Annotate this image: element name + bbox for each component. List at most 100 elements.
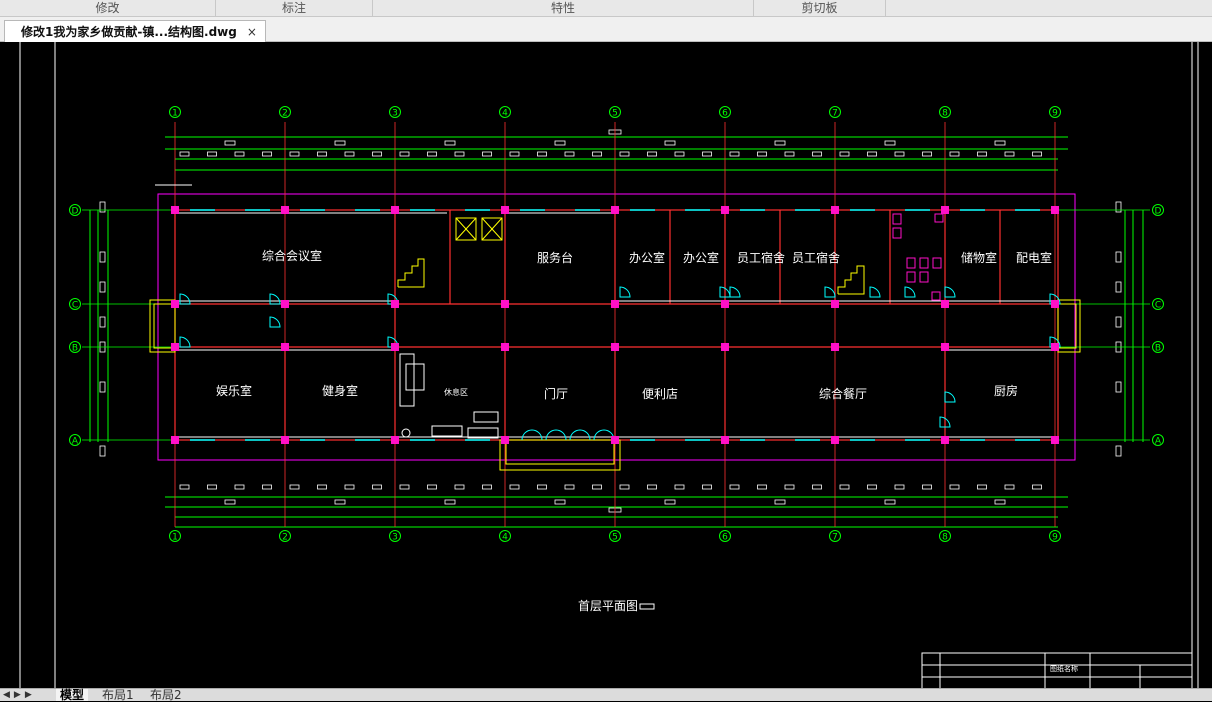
axis-bubble-bottom-6: 6 <box>719 530 731 543</box>
dim-text-top <box>729 151 740 157</box>
dim-text-span-bottom <box>224 499 236 505</box>
dim-text-span-top <box>664 140 676 146</box>
dim-text-span-bottom <box>444 499 456 505</box>
dim-text-bottom <box>949 484 960 490</box>
column <box>611 436 619 444</box>
ribbon-group-modify[interactable]: 修改 <box>0 0 216 16</box>
document-tab-title: 修改1我为家乡做贡献-镇...结构图.dwg <box>21 25 237 39</box>
dim-text-side <box>99 381 106 393</box>
sheet-border <box>19 42 1199 688</box>
entrance-door <box>545 429 567 441</box>
axis-bubble-top-5: 5 <box>609 106 621 119</box>
dim-text-side <box>99 251 106 263</box>
door-swing <box>269 293 281 305</box>
column <box>501 343 509 351</box>
document-tab-bar: 修改1我为家乡做贡献-镇...结构图.dwg × <box>0 17 1212 42</box>
dim-text-side <box>99 201 106 213</box>
dim-text-span-top <box>554 140 566 146</box>
dim-text-bottom <box>1004 484 1015 490</box>
ribbon-group-clipboard[interactable]: 剪切板 <box>754 0 886 16</box>
dim-text-span-bottom <box>334 499 346 505</box>
ribbon-group-annotation[interactable]: 标注 <box>216 0 373 16</box>
column <box>391 206 399 214</box>
axis-bubble-top-9: 9 <box>1049 106 1061 119</box>
dim-text-top <box>372 151 382 157</box>
prev-layout-icon[interactable]: ▶ <box>14 689 21 701</box>
document-tab[interactable]: 修改1我为家乡做贡献-镇...结构图.dwg × <box>4 20 266 42</box>
svg-text:2: 2 <box>282 533 288 543</box>
column <box>391 436 399 444</box>
dim-text-span-bottom <box>774 499 786 505</box>
tab-model[interactable]: 模型 <box>56 689 89 701</box>
layout-nav-arrows[interactable]: ◀ ▶ ▶ <box>3 689 32 701</box>
dim-text-side <box>1115 281 1122 293</box>
dim-text-span-bottom <box>994 499 1006 505</box>
dim-text-side <box>1115 201 1122 213</box>
partitions <box>178 212 1055 438</box>
dim-text-bottom <box>922 484 932 490</box>
axis-bubble-bottom-3: 3 <box>389 530 401 543</box>
column <box>501 436 509 444</box>
svg-text:6: 6 <box>722 533 728 543</box>
door-swing <box>869 286 881 298</box>
building-outline <box>157 193 1076 461</box>
column <box>941 300 949 308</box>
column <box>941 206 949 214</box>
column <box>1051 206 1059 214</box>
restroom-fixtures <box>892 213 944 301</box>
dim-text-bottom <box>867 484 877 490</box>
column <box>721 343 729 351</box>
floor-plan-drawing[interactable]: 图纸名称 112233445566778899D DC CB BA A 综合会议… <box>0 42 1212 688</box>
axis-bubble-bottom-7: 7 <box>829 530 841 543</box>
room-staff1-label: 员工宿舍 <box>737 250 785 265</box>
room-kitchen-label: 厨房 <box>994 383 1018 398</box>
dim-text-bottom <box>207 484 217 490</box>
dim-text-top <box>867 151 877 157</box>
svg-text:7: 7 <box>832 533 838 543</box>
axis-bubble-left-D: D <box>69 204 81 217</box>
column <box>391 300 399 308</box>
dim-text-side <box>99 445 106 457</box>
dim-text-bottom <box>647 484 657 490</box>
ribbon-group-properties[interactable]: 特性 <box>373 0 754 16</box>
door-swing <box>619 286 631 298</box>
column <box>501 206 509 214</box>
dim-text-bottom <box>509 484 520 490</box>
dim-text-bottom <box>839 484 850 490</box>
plan-title: 首层平面图 <box>578 599 638 613</box>
column <box>171 206 179 214</box>
svg-text:C: C <box>72 301 78 311</box>
dim-text-top <box>289 151 300 157</box>
dim-text-side <box>1115 381 1122 393</box>
svg-text:4: 4 <box>502 109 508 119</box>
column <box>721 206 729 214</box>
axis-bubble-left-B: B <box>69 341 81 354</box>
door-swing <box>179 336 191 348</box>
drawing-canvas[interactable]: 图纸名称 1 1 2 2 3 3 4 4 5 5 6 6 7 7 8 8 9 9… <box>0 42 1212 688</box>
first-layout-icon[interactable]: ◀ <box>3 689 10 701</box>
dim-text-top <box>207 151 217 157</box>
dim-text-span-top <box>444 140 456 146</box>
dim-text-span-top <box>334 140 346 146</box>
dim-text-bottom <box>454 484 465 490</box>
tab-layout1[interactable]: 布局1 <box>98 689 138 701</box>
axis-bubble-right-D: D <box>1152 204 1164 217</box>
close-icon[interactable]: × <box>247 25 257 39</box>
axis-bubble-right-B: B <box>1152 341 1164 354</box>
room-storage-label: 储物室 <box>961 250 997 265</box>
dim-text-top <box>537 151 547 157</box>
axis-bubbles: 1 1 2 2 3 3 4 4 5 5 6 6 7 7 8 8 9 9 D D C C B B A A <box>69 106 1164 543</box>
svg-text:C: C <box>1155 301 1161 311</box>
svg-text:A: A <box>1155 437 1162 447</box>
dim-text-bottom <box>427 484 437 490</box>
column <box>171 343 179 351</box>
dim-text-side <box>1115 251 1122 263</box>
dim-text-top <box>454 151 465 157</box>
tab-layout2[interactable]: 布局2 <box>146 689 186 701</box>
dim-text-span-bottom <box>884 499 896 505</box>
door-swing <box>729 286 741 298</box>
last-layout-icon[interactable]: ▶ <box>25 689 32 701</box>
door-swing <box>904 286 916 298</box>
column <box>1051 343 1059 351</box>
dim-text-bottom <box>812 484 822 490</box>
